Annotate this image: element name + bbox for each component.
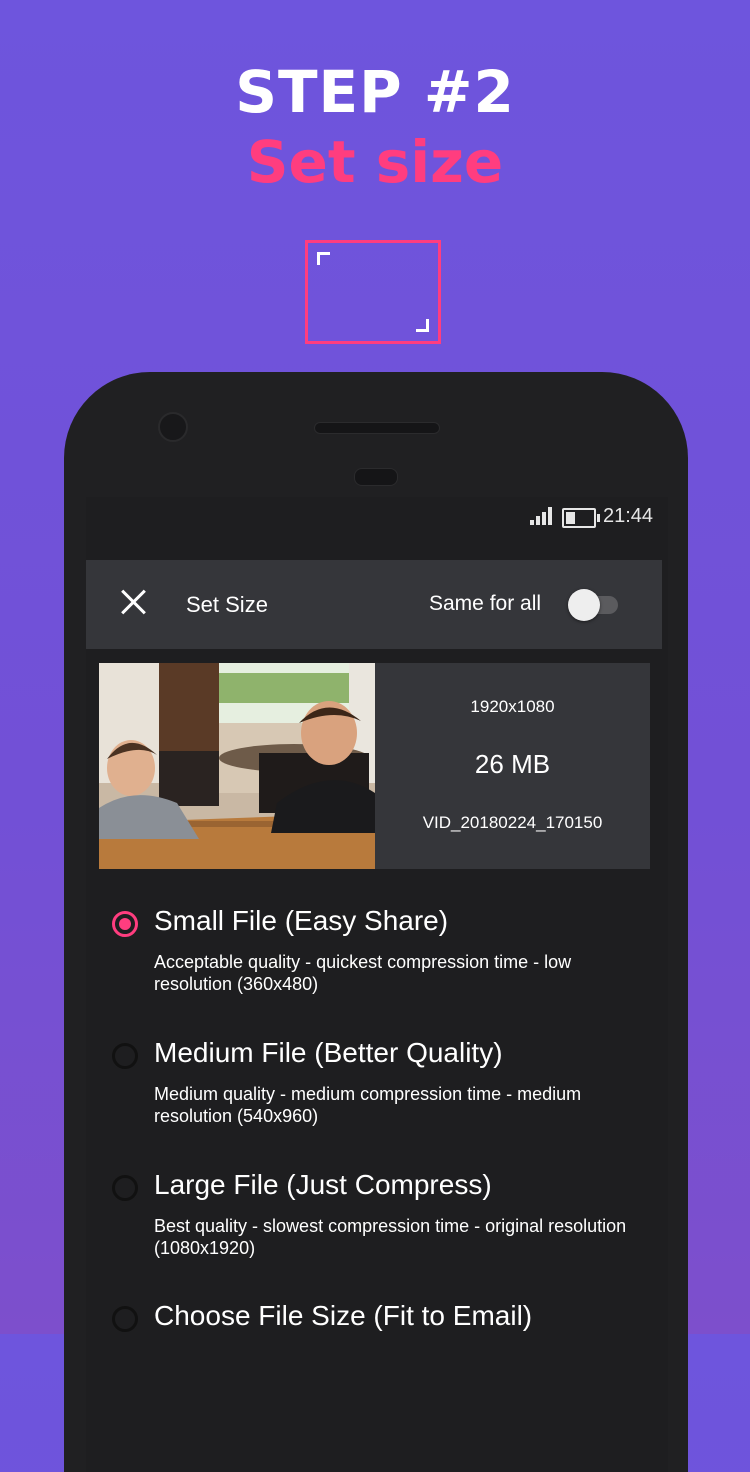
proximity-sensor (354, 468, 398, 486)
signal-icon (530, 507, 554, 525)
video-filename: VID_20180224_170150 (422, 813, 603, 832)
option-title: Medium File (Better Quality) (154, 1037, 503, 1068)
option-description: Medium quality - medium compression time… (154, 1084, 582, 1126)
video-info: 1920x1080 26 MB VID_20180224_170150 (375, 663, 650, 869)
step-subtitle: Set size (246, 128, 504, 196)
close-icon[interactable] (120, 588, 148, 616)
earpiece-speaker (314, 422, 440, 434)
option-choose-file-size[interactable]: Choose File Size (Fit to Email) (86, 1300, 668, 1364)
option-title: Large File (Just Compress) (154, 1169, 492, 1200)
toolbar-title: Set Size (186, 592, 268, 617)
option-title: Small File (Easy Share) (154, 905, 449, 936)
option-large-file[interactable]: Large File (Just Compress) Best quality … (86, 1169, 668, 1283)
status-time: 21:44 (603, 505, 654, 527)
option-description: Best quality - slowest compression time … (154, 1216, 627, 1258)
radio-unselected-icon[interactable] (112, 1043, 138, 1069)
video-file-size: 26 MB (474, 749, 551, 779)
same-for-all-toggle-knob[interactable] (568, 589, 600, 621)
video-resolution: 1920x1080 (470, 697, 555, 716)
step-heading: STEP #2 (235, 58, 515, 126)
status-bar: 21:44 (86, 497, 668, 559)
video-thumbnail[interactable] (99, 663, 375, 869)
option-medium-file[interactable]: Medium File (Better Quality) Medium qual… (86, 1037, 668, 1151)
resize-frame-icon (305, 240, 441, 344)
front-camera (158, 412, 188, 442)
radio-unselected-icon[interactable] (112, 1175, 138, 1201)
same-for-all-label: Same for all (429, 592, 542, 615)
radio-selected-icon[interactable] (112, 911, 138, 937)
battery-icon (562, 508, 600, 528)
option-description: Acceptable quality - quickest compressio… (154, 952, 572, 994)
video-card: 1920x1080 26 MB VID_20180224_170150 (99, 663, 650, 869)
phone-screen: 21:44 Set Size Same for all 1920x1080 26… (86, 497, 668, 1472)
set-size-toolbar: Set Size Same for all (86, 560, 662, 649)
frame-corner-top-left (317, 252, 330, 265)
option-title: Choose File Size (Fit to Email) (154, 1300, 533, 1331)
radio-unselected-icon[interactable] (112, 1306, 138, 1332)
phone-frame: 21:44 Set Size Same for all 1920x1080 26… (64, 372, 688, 1472)
frame-corner-bottom-right (416, 319, 429, 332)
option-small-file[interactable]: Small File (Easy Share) Acceptable quali… (86, 905, 668, 1019)
